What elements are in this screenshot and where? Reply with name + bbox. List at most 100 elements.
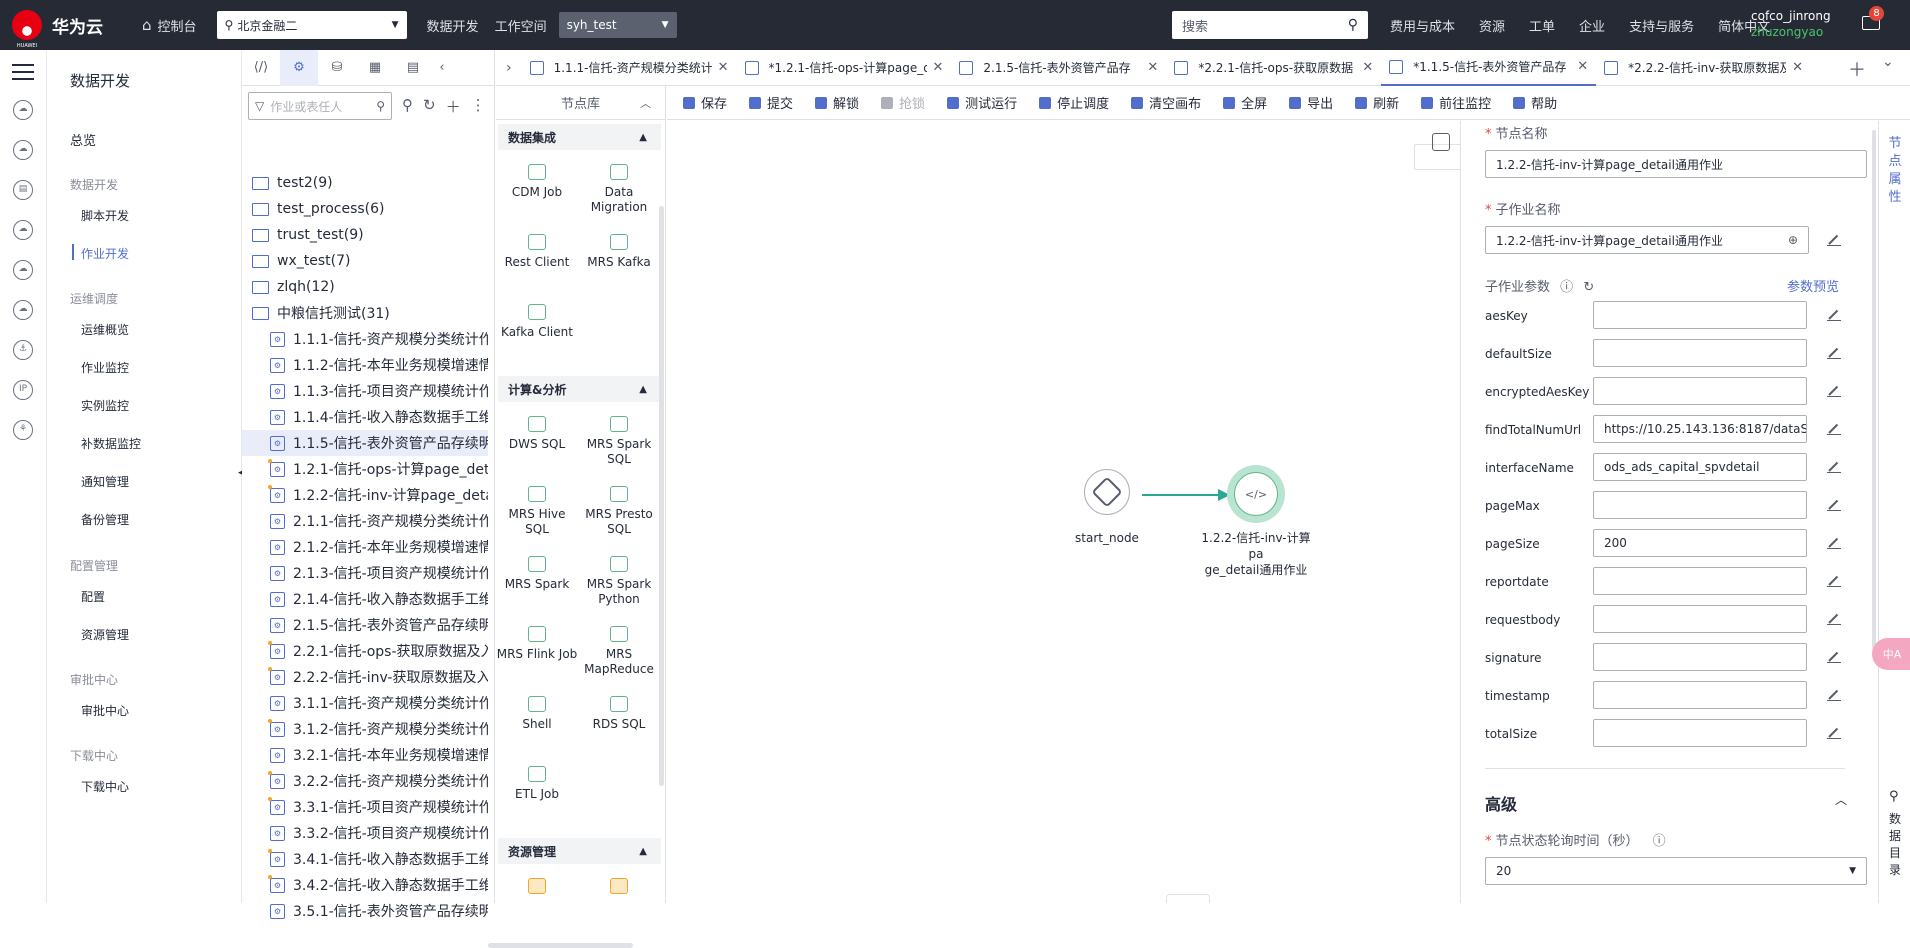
canvas-bottom-handle[interactable] (1166, 894, 1210, 903)
close-icon[interactable]: ✕ (718, 60, 729, 75)
tree-job-item[interactable]: ⚙ 2.1.4-信托-收入静态数据手工维 (242, 586, 488, 612)
tree-job-item[interactable]: ⚙ 1.2.2-信托-inv-计算page_detail (242, 482, 488, 508)
tree-job-item[interactable]: ⚙ 2.1.5-信托-表外资管产品存续明 (242, 612, 488, 638)
nav-ops-overview[interactable]: 运维概览 (81, 321, 129, 338)
tree-folder[interactable]: test2(9) (242, 170, 488, 196)
test-run-button[interactable]: 测试运行 (947, 93, 1017, 112)
poll-interval-select[interactable]: 20 ▼ (1485, 857, 1867, 885)
resource-tab-icon[interactable]: ▤ (394, 50, 432, 86)
palette-node-item[interactable]: MRS Spark Python (578, 548, 660, 618)
locate-icon[interactable]: ⚲ (402, 96, 413, 117)
nav-instance-monitor[interactable]: 实例监控 (81, 397, 129, 414)
tree-job-item[interactable]: ⚙ 3.4.2-信托-收入静态数据手工维 (242, 872, 488, 898)
edit-icon[interactable] (1827, 421, 1841, 435)
tree-job-item[interactable]: ⚙ 2.2.2-信托-inv-获取原数据及入 (242, 664, 488, 690)
close-icon[interactable]: ✕ (933, 60, 944, 75)
stop-schedule-button[interactable]: 停止调度 (1039, 93, 1109, 112)
cloud-service-icon[interactable]: ☁ (13, 220, 33, 240)
menu-tickets[interactable]: 工单 (1529, 16, 1555, 35)
node-name-input[interactable]: 1.2.2-信托-inv-计算page_detail通用作业 (1485, 150, 1867, 178)
tree-job-item[interactable]: ⚙ 1.1.1-信托-资产规模分类统计作 (242, 326, 488, 352)
anchor-icon[interactable]: ⚓ (13, 340, 33, 360)
lock-icon[interactable] (1432, 133, 1450, 151)
tree-job-item[interactable]: ⚙ 2.1.3-信托-项目资产规模统计作 (242, 560, 488, 586)
tree-job-item[interactable]: ⚙ 3.3.1-信托-项目资产规模统计作 (242, 794, 488, 820)
advanced-section-title[interactable]: 高级 (1485, 791, 1517, 815)
palette-node-item[interactable]: RDS SQL (578, 688, 660, 758)
palette-node-item[interactable]: Data Migration (578, 156, 660, 226)
palette-node-item[interactable]: ETL Job (496, 758, 578, 828)
props-scrollbar[interactable] (1872, 130, 1876, 650)
collapse-left-icon[interactable]: ‹ (432, 50, 452, 86)
tree-search-input[interactable]: ▽ 作业或表任人 ⚲ (248, 92, 392, 120)
close-icon[interactable]: ✕ (1792, 60, 1803, 75)
palette-node-item[interactable]: Shell (496, 688, 578, 758)
edit-icon[interactable] (1827, 725, 1841, 739)
tree-horizontal-scrollbar[interactable] (488, 943, 633, 948)
submit-button[interactable]: 提交 (749, 93, 793, 112)
nav-script-dev[interactable]: 脚本开发 (81, 207, 129, 224)
palette-section-header[interactable]: 数据集成 ▲ (498, 124, 661, 150)
palette-node-item[interactable]: DWS SQL (496, 408, 578, 478)
database-tab-icon[interactable]: ⛁ (318, 50, 356, 86)
edit-icon[interactable] (1827, 459, 1841, 473)
palette-node-item[interactable]: MRS Flink Job (496, 618, 578, 688)
palette-scrollbar[interactable] (659, 206, 664, 786)
edit-icon[interactable] (1827, 497, 1841, 511)
tree-job-item[interactable]: ⚙ 1.1.5-信托-表外资管产品存续明 (242, 430, 488, 456)
palette-node-item[interactable]: MRS Kafka (578, 226, 660, 296)
editor-tab[interactable]: *1.2.1-信托-ops-计算page_d ✕ (737, 50, 952, 86)
database-icon[interactable]: ▤ (13, 180, 33, 200)
grab-lock-button[interactable]: 抢锁 (881, 93, 925, 112)
huawei-logo[interactable]: HUAWEI 华为云 (0, 10, 120, 49)
param-value-input[interactable] (1593, 719, 1807, 747)
tree-job-item[interactable]: ⚙ 1.1.2-信托-本年业务规模增速情 (242, 352, 488, 378)
tree-job-item[interactable]: ⚙ 3.1.1-信托-资产规模分类统计作 (242, 690, 488, 716)
script-tab-icon[interactable]: ⟨/⟩ (242, 50, 280, 86)
nav-overview[interactable]: 总览 (70, 130, 96, 149)
collapse-arrow-icon[interactable]: ▲ (639, 132, 647, 143)
tree-folder[interactable]: zlqh(12) (242, 274, 488, 300)
tree-job-item[interactable]: ⚙ 3.5.1-信托-表外资管产品存续明 (242, 898, 488, 924)
palette-node-item[interactable]: MRS MapReduce (578, 618, 660, 688)
nav-resource-mgmt[interactable]: 资源管理 (81, 626, 129, 643)
cluster-icon[interactable]: ⚘ (13, 420, 33, 440)
menu-enterprise[interactable]: 企业 (1579, 16, 1605, 35)
palette-node-item[interactable]: MRS Hive SQL (496, 478, 578, 548)
region-select[interactable]: ⚲ 北京金融二 ▼ (216, 11, 407, 39)
nav-download[interactable]: 下载中心 (81, 778, 129, 795)
search-icon[interactable]: ⚲ (1348, 17, 1358, 33)
tree-job-item[interactable]: ⚙ 1.2.1-信托-ops-计算page_detai (242, 456, 488, 482)
nav-job-dev[interactable]: 作业开发 (81, 245, 129, 262)
search-icon[interactable]: ⚲ (376, 99, 385, 113)
palette-node-item[interactable]: Delete OBS (578, 870, 660, 900)
collapse-arrow-icon[interactable]: ▲ (639, 846, 647, 857)
edit-icon[interactable] (1827, 573, 1841, 587)
node-props-tab[interactable]: 节点属性 (1887, 135, 1903, 207)
palette-node-item[interactable]: Rest Client (496, 226, 578, 296)
param-value-input[interactable] (1593, 681, 1807, 709)
tabs-scroll-left-icon[interactable]: › (496, 60, 522, 76)
data-dev-link[interactable]: 数据开发 (427, 16, 479, 35)
filter-icon[interactable]: ▽ (255, 99, 264, 113)
tabs-menu-icon[interactable]: ⌄ (1882, 54, 1894, 70)
unlock-button[interactable]: 解锁 (815, 93, 859, 112)
data-catalog-tab[interactable]: 数据目录 (1887, 811, 1903, 879)
editor-tab[interactable]: 1.1.1-信托-资产规模分类统计 ✕ (522, 50, 737, 86)
floating-assistant-button[interactable]: 中A (1872, 638, 1910, 670)
tree-folder[interactable]: test_process(6) (242, 196, 488, 222)
tree-folder[interactable]: wx_test(7) (242, 248, 488, 274)
edit-icon[interactable] (1827, 307, 1841, 321)
help-circle-icon[interactable]: ⓘ (1653, 834, 1666, 849)
help-circle-icon[interactable]: ⓘ (1560, 280, 1573, 295)
add-circle-icon[interactable]: ⊕ (1788, 233, 1798, 247)
fullscreen-button[interactable]: 全屏 (1223, 93, 1267, 112)
menu-billing[interactable]: 费用与成本 (1390, 16, 1455, 35)
palette-section-header[interactable]: 资源管理 ▲ (498, 838, 661, 864)
palette-node-item[interactable]: Create OBS (496, 870, 578, 900)
cloud-service-icon[interactable]: ☁ (13, 140, 33, 160)
close-icon[interactable]: ✕ (1362, 60, 1373, 75)
cloud-service-icon[interactable]: ☁ (13, 260, 33, 280)
job-tab-icon[interactable]: ⚙ (280, 49, 318, 86)
palette-node-item[interactable]: Kafka Client (496, 296, 578, 366)
